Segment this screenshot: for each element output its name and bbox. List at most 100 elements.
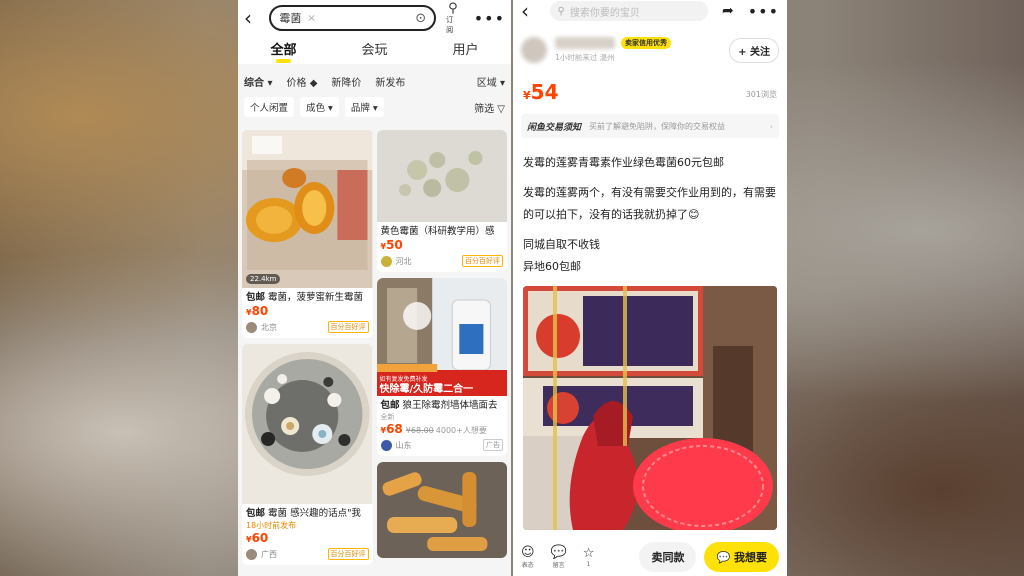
item-location: 北京 <box>261 322 277 332</box>
result-tabs: 全部 会玩 用户 <box>238 36 511 64</box>
item-location: 河北 <box>395 256 412 266</box>
search-input[interactable]: 霉菌 × ⊙ <box>269 5 437 31</box>
brand-filter[interactable]: 品牌 ▾ <box>344 97 384 117</box>
desc-line: 同城自取不收钱 <box>523 238 600 251</box>
item-location: 山东 <box>395 440 412 450</box>
seller-name-blurred <box>555 37 615 49</box>
avatar <box>246 321 257 333</box>
search-icon: ⚲ <box>557 5 565 17</box>
action-bar: ☺ 表态 💬 留言 ☆ 1 卖同款 💬 我想要 <box>513 538 787 576</box>
item-title: 霉菌 感兴趣的话点"我 <box>268 508 361 519</box>
list-item[interactable]: 22.4km 包邮 霉菌，菠萝蜜新生霉菌 ¥80 北京 百分百好评 <box>242 130 373 338</box>
blurred-background <box>0 0 1024 576</box>
item-photo <box>376 462 507 558</box>
i-want-button[interactable]: 💬 我想要 <box>704 542 779 572</box>
free-shipping-tag: 包邮 <box>380 400 400 411</box>
item-price: 80 <box>251 304 269 318</box>
search-input[interactable]: ⚲ 搜索你要的宝贝 <box>549 1 708 21</box>
item-price: 60 <box>251 531 269 545</box>
credit-badge: 卖家信用优秀 <box>621 37 671 49</box>
desc-line: 异地60包邮 <box>523 260 581 273</box>
rating-badge: 百分百好评 <box>327 548 369 560</box>
item-photo: 如有复发免费补发 快除霉/久防霉二合一 <box>376 278 507 396</box>
filter-button[interactable]: 筛选 ▽ <box>474 100 505 115</box>
star-icon: ☆ <box>582 545 595 561</box>
share-icon[interactable]: ➦ <box>722 3 734 19</box>
smile-icon: ☺ <box>521 544 535 560</box>
back-icon[interactable]: ‹ <box>244 6 263 30</box>
item-photo <box>376 130 507 222</box>
seller-info: 卖家信用优秀 1小时前来过 温州 + 关注 <box>513 22 787 68</box>
notice-text: 买前了解避免陷阱，保障你的交易权益 <box>589 121 726 131</box>
old-price: ¥68.00 <box>405 426 434 435</box>
chat-icon: 💬 <box>716 551 734 564</box>
item-price: 68 <box>386 422 403 436</box>
free-shipping-tag: 包邮 <box>246 508 266 519</box>
i-want-label: 我想要 <box>734 551 767 564</box>
distance-badge: 22.4km <box>246 274 281 284</box>
region-filter[interactable]: 区域 ▾ <box>477 74 505 89</box>
sort-filter[interactable]: 综合 ▾ <box>244 74 273 89</box>
item-title: 狼王除霉剂墙体墙面去 <box>402 400 498 411</box>
avatar <box>380 255 392 267</box>
item-photo: 22.4km <box>242 130 373 288</box>
seller-meta: 1小时前来过 温州 <box>555 53 615 62</box>
chevron-right-icon: › <box>769 121 773 131</box>
item-title: 霉菌，菠萝蜜新生霉菌 <box>268 292 364 303</box>
personal-filter[interactable]: 个人闲置 <box>244 97 295 117</box>
post-time: 18小时前发布 <box>246 521 297 530</box>
tab-users[interactable]: 用户 <box>452 39 478 61</box>
search-query: 霉菌 <box>279 12 302 25</box>
pin-icon: ⚲ <box>448 0 458 16</box>
favorite-button[interactable]: ☆ 1 <box>582 545 595 568</box>
tab-play[interactable]: 会玩 <box>361 39 387 61</box>
desc-line: 发霉的莲雾青霉素作业绿色霉菌60元包邮 <box>523 156 724 169</box>
ad-badge: 广告 <box>483 439 503 451</box>
clear-icon[interactable]: × <box>307 13 315 24</box>
results-grid: 22.4km 包邮 霉菌，菠萝蜜新生霉菌 ¥80 北京 百分百好评 包邮 霉菌 … <box>238 124 511 576</box>
list-item[interactable]: 如有复发免费补发 快除霉/久防霉二合一 包邮 狼王除霉剂墙体墙面去 全新 ¥68… <box>376 278 507 456</box>
rating-badge: 百分百好评 <box>462 255 503 267</box>
price-filter[interactable]: 价格 ◆ <box>287 74 318 89</box>
item-price: 50 <box>386 238 403 252</box>
detail-header: ‹ ⚲ 搜索你要的宝贝 ➦ ••• <box>513 0 787 23</box>
more-icon[interactable]: ••• <box>748 2 779 21</box>
item-photo[interactable] <box>523 286 777 530</box>
comment-label: 留言 <box>552 561 565 569</box>
favorite-count: 1 <box>586 560 591 568</box>
avatar[interactable] <box>521 37 547 63</box>
subscribe-label: 订阅 <box>446 15 454 34</box>
price-row: ¥54 301浏览 <box>523 80 777 104</box>
camera-icon[interactable]: ⊙ <box>415 11 426 26</box>
condition-filter[interactable]: 成色 ▾ <box>300 97 339 117</box>
comment-icon: 💬 <box>550 544 567 560</box>
subscribe-button[interactable]: ⚲ 订阅 <box>446 2 460 35</box>
avatar <box>246 548 257 560</box>
sell-same-button[interactable]: 卖同款 <box>639 542 697 572</box>
follow-button[interactable]: + 关注 <box>729 37 779 63</box>
item-location: 广西 <box>261 549 277 559</box>
tab-all[interactable]: 全部 <box>270 39 297 63</box>
back-icon[interactable]: ‹ <box>521 0 540 23</box>
list-item[interactable]: 黄色霉菌（科研教学用）感 ¥50 河北 百分百好评 <box>376 130 507 272</box>
list-item[interactable]: 包邮 霉菌 感兴趣的话点"我 18小时前发布 ¥60 广西 百分百好评 <box>242 344 373 565</box>
emoji-button[interactable]: ☺ 表态 <box>521 544 535 569</box>
notice-title: 闲鱼交易须知 <box>527 122 582 133</box>
item-title: 黄色霉菌（科研教学用）感 <box>380 226 495 237</box>
emoji-label: 表态 <box>521 561 534 569</box>
price-drop-filter[interactable]: 新降价 <box>331 74 361 89</box>
rating-badge: 百分百好评 <box>327 321 369 333</box>
new-post-filter[interactable]: 新发布 <box>375 74 405 89</box>
search-header: ‹ 霉菌 × ⊙ ⚲ 订阅 ••• <box>238 0 511 36</box>
more-icon[interactable]: ••• <box>474 9 505 28</box>
comment-button[interactable]: 💬 留言 <box>550 544 567 569</box>
filter-bar: 综合 ▾ 价格 ◆ 新降价 新发布 区域 ▾ 个人闲置 成色 ▾ 品牌 ▾ 筛选… <box>238 64 511 124</box>
item-photo <box>242 344 373 504</box>
search-results-screen: ‹ 霉菌 × ⊙ ⚲ 订阅 ••• 全部 会玩 用户 综合 ▾ 价格 ◆ 新降价… <box>238 0 511 576</box>
avatar <box>380 439 392 451</box>
trade-notice[interactable]: 闲鱼交易须知 买前了解避免陷阱，保障你的交易权益 › <box>521 114 779 138</box>
list-item[interactable] <box>376 462 507 558</box>
item-price: 54 <box>530 80 559 104</box>
item-detail-screen: ‹ ⚲ 搜索你要的宝贝 ➦ ••• 卖家信用优秀 1小时前来过 温州 + 关注 … <box>513 0 787 576</box>
view-count: 301浏览 <box>745 90 777 99</box>
